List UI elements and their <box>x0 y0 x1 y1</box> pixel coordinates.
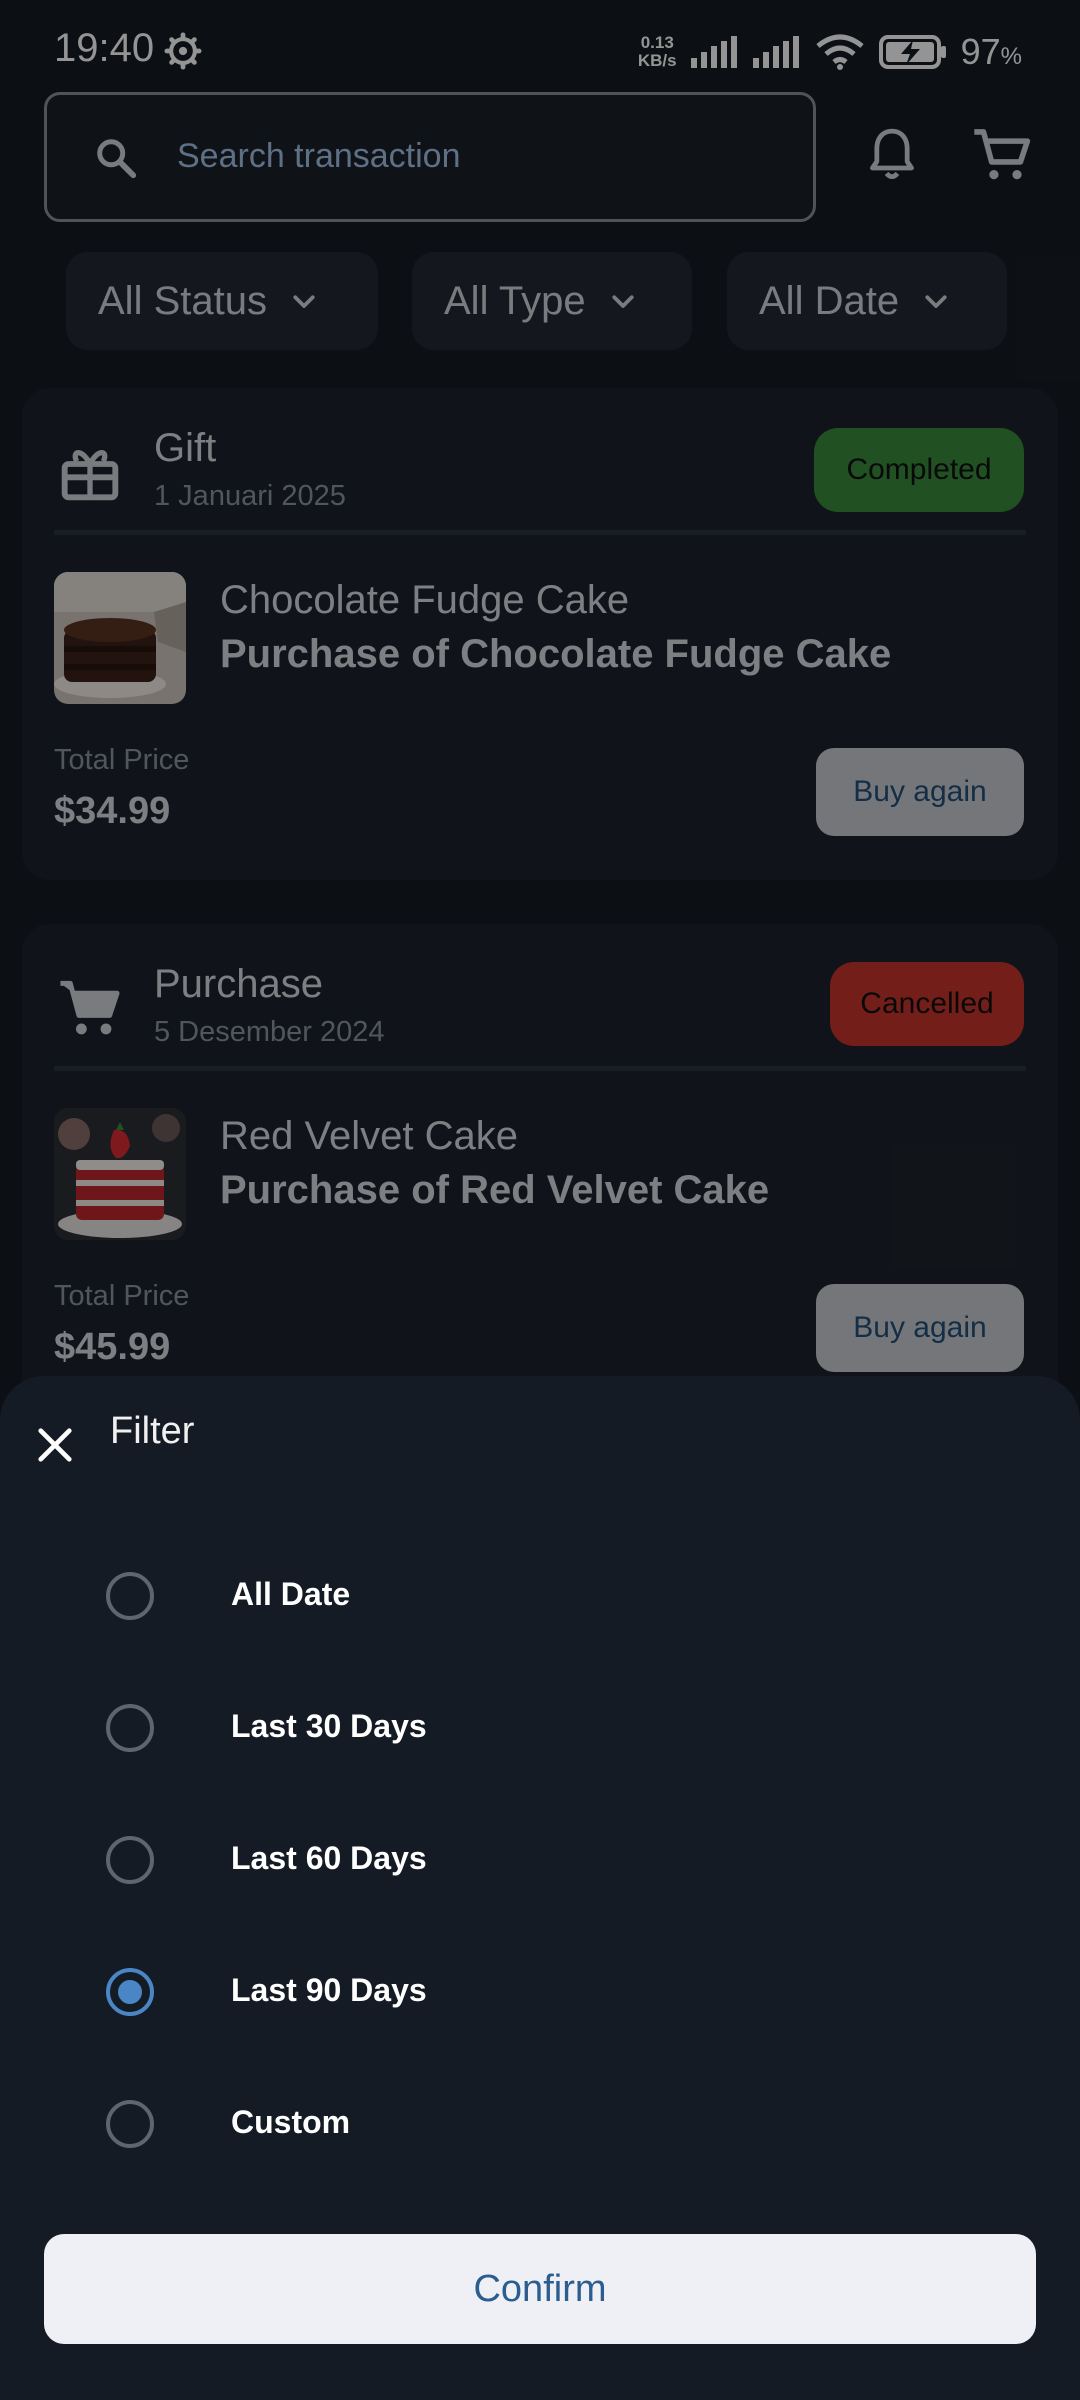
radio-button[interactable] <box>106 2100 154 2148</box>
radio-button[interactable] <box>106 1836 154 1884</box>
option-last-60-days[interactable]: Last 60 Days <box>0 1794 1080 1926</box>
option-label: Last 60 Days <box>231 1840 427 1876</box>
confirm-button[interactable]: Confirm <box>44 2234 1036 2344</box>
option-label: Last 30 Days <box>231 1708 427 1744</box>
sheet-title: Filter <box>110 1410 195 1452</box>
close-icon[interactable] <box>36 1426 74 1464</box>
option-custom[interactable]: Custom <box>0 2058 1080 2190</box>
option-label: Custom <box>231 2104 351 2140</box>
radio-button-selected[interactable] <box>106 1968 154 2016</box>
radio-button[interactable] <box>106 1572 154 1620</box>
option-last-90-days[interactable]: Last 90 Days <box>0 1926 1080 2058</box>
filter-bottom-sheet: Filter All Date Last 30 Days Last 60 Day… <box>0 1376 1080 2400</box>
option-label: All Date <box>231 1576 351 1612</box>
option-last-30-days[interactable]: Last 30 Days <box>0 1662 1080 1794</box>
option-all-date[interactable]: All Date <box>0 1530 1080 1662</box>
option-label: Last 90 Days <box>231 1972 427 2008</box>
radio-button[interactable] <box>106 1704 154 1752</box>
